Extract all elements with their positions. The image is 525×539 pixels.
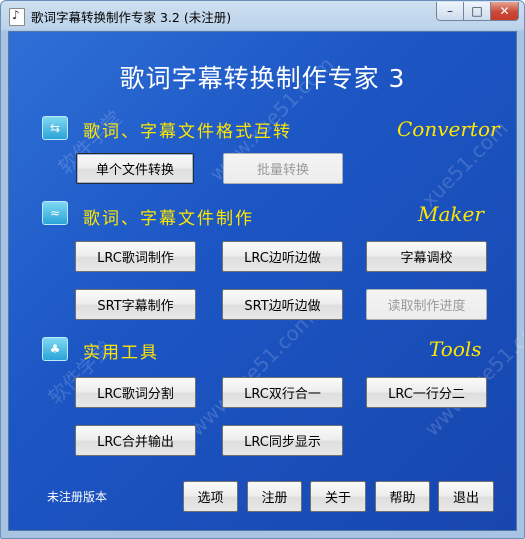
srt-make-button[interactable]: SRT字幕制作 bbox=[75, 289, 196, 320]
tree-icon: ♣ bbox=[42, 337, 68, 361]
lrc-sync-display-button[interactable]: LRC同步显示 bbox=[222, 425, 343, 456]
help-button[interactable]: 帮助 bbox=[375, 481, 430, 512]
about-button[interactable]: 关于 bbox=[310, 481, 366, 512]
lrc-listen-make-button[interactable]: LRC边听边做 bbox=[222, 241, 343, 272]
title-bar[interactable]: 歌词字幕转换制作专家 3.2 (未注册) – □ ✕ bbox=[1, 1, 524, 31]
main-title: 歌词字幕转换制作专家 3 bbox=[119, 64, 406, 93]
maker-section-title: 歌词、字幕文件制作 bbox=[83, 209, 254, 229]
convertor-section-title: 歌词、字幕文件格式互转 bbox=[83, 122, 292, 142]
subtitle-adjust-button[interactable]: 字幕调校 bbox=[366, 241, 487, 272]
convertor-label: Convertor bbox=[397, 117, 500, 141]
watermark: www.xue51.com bbox=[419, 307, 525, 441]
tools-section-title: 实用工具 bbox=[83, 343, 159, 363]
options-button[interactable]: 选项 bbox=[183, 481, 238, 512]
exit-button[interactable]: 退出 bbox=[438, 481, 494, 512]
tools-label: Tools bbox=[429, 337, 482, 361]
close-button[interactable]: ✕ bbox=[491, 2, 519, 21]
lrc-one-to-two-button[interactable]: LRC一行分二 bbox=[366, 377, 487, 408]
srt-listen-make-button[interactable]: SRT边听边做 bbox=[222, 289, 343, 320]
maximize-button[interactable]: □ bbox=[464, 2, 491, 21]
lrc-merge-output-button[interactable]: LRC合并输出 bbox=[75, 425, 196, 456]
lrc-split-button[interactable]: LRC歌词分割 bbox=[75, 377, 196, 408]
app-icon bbox=[9, 8, 25, 26]
register-button[interactable]: 注册 bbox=[247, 481, 302, 512]
main-panel: 软件学堂 www.xue51.com xue51.com 软件学堂 www.xu… bbox=[8, 31, 524, 531]
window-title: 歌词字幕转换制作专家 3.2 (未注册) bbox=[31, 10, 232, 25]
lrc-merge-two-button[interactable]: LRC双行合一 bbox=[222, 377, 343, 408]
maker-label: Maker bbox=[418, 202, 484, 226]
convert-icon: ⇆ bbox=[42, 116, 68, 140]
minimize-button[interactable]: – bbox=[436, 2, 464, 21]
maker-icon: ≈ bbox=[42, 201, 68, 225]
unregistered-label: 未注册版本 bbox=[47, 490, 108, 504]
watermark: www.xue51.com bbox=[184, 307, 319, 441]
batch-convert-button[interactable]: 批量转换 bbox=[223, 153, 343, 184]
app-window: 歌词字幕转换制作专家 3.2 (未注册) – □ ✕ 软件学堂 www.xue5… bbox=[0, 0, 525, 539]
single-convert-button[interactable]: 单个文件转换 bbox=[76, 153, 194, 184]
read-progress-button[interactable]: 读取制作进度 bbox=[366, 289, 487, 320]
lrc-make-button[interactable]: LRC歌词制作 bbox=[75, 241, 196, 272]
